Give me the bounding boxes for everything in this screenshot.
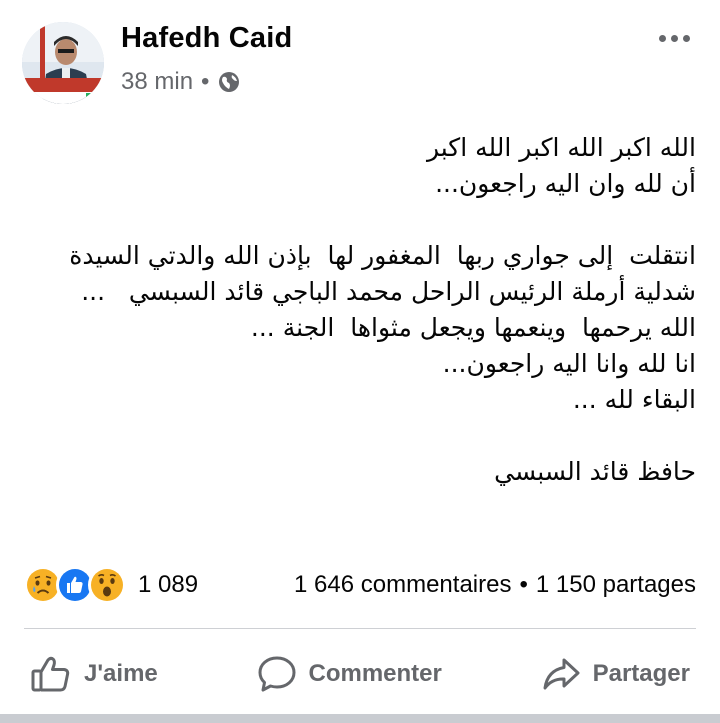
divider (24, 628, 696, 629)
post-time[interactable]: 38 min (121, 68, 193, 96)
more-options-icon[interactable] (654, 24, 694, 52)
post-actions: J'aime Commenter Partager (24, 644, 696, 704)
thumbs-up-icon (30, 654, 72, 694)
more-dot (658, 34, 666, 42)
more-dot (682, 34, 690, 42)
author-name[interactable]: Hafedh Caid (121, 22, 292, 55)
meta-separator: • (201, 68, 210, 95)
post-text-line (16, 202, 696, 238)
profile-photo (22, 22, 104, 104)
post-text-line (16, 418, 696, 454)
avatar[interactable] (22, 22, 104, 104)
post-text-line: شدلية أرملة الرئيس الراحل محمد الباجي قا… (81, 277, 696, 306)
post-text: الله اكبر الله اكبر الله اكبر أن لله وان… (16, 130, 696, 490)
post-text-line: حافظ قائد السبسي (494, 457, 696, 486)
comment-label: Commenter (308, 660, 442, 687)
comment-button[interactable]: Commenter (251, 648, 448, 700)
post-meta: 38 min • (121, 68, 241, 96)
reactions-summary[interactable]: 1 089 (24, 566, 198, 604)
like-label: J'aime (84, 660, 158, 687)
feed-separator (0, 714, 720, 723)
shares-count[interactable]: 1 150 partages (536, 571, 696, 599)
engagement-counts: 1 646 commentaires • 1 150 partages (294, 571, 696, 599)
share-icon (541, 654, 581, 694)
post-text-line: أن لله وان اليه راجعون... (435, 169, 696, 198)
post-header: Hafedh Caid 38 min • (0, 0, 720, 120)
post-text-line: انتقلت إلى جواري ربها المغفور لها بإذن ا… (69, 241, 696, 270)
post-stats: 1 089 1 646 commentaires • 1 150 partage… (24, 565, 696, 605)
stats-separator: • (519, 571, 528, 598)
post-text-line: انا لله وانا اليه راجعون... (442, 349, 696, 378)
reaction-count[interactable]: 1 089 (138, 571, 198, 599)
wow-reaction-icon (88, 566, 126, 604)
comments-count[interactable]: 1 646 commentaires (294, 571, 511, 599)
like-button[interactable]: J'aime (24, 648, 164, 700)
post-text-line: البقاء لله ... (572, 385, 696, 414)
share-label: Partager (592, 660, 690, 687)
more-dot (670, 34, 678, 42)
post-text-line: الله اكبر الله اكبر الله اكبر (426, 133, 696, 162)
share-button[interactable]: Partager (535, 648, 696, 700)
globe-icon (217, 70, 241, 94)
comment-icon (257, 654, 297, 694)
post-text-line: الله يرحمها وينعمها ويجعل مثواها الجنة .… (250, 313, 696, 342)
